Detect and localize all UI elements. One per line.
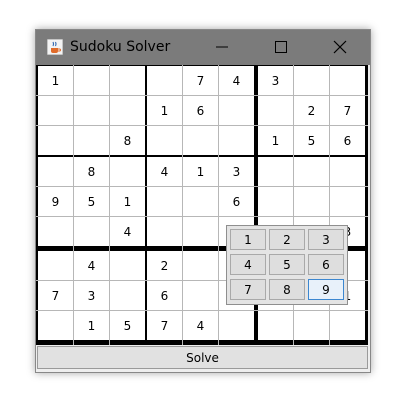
sudoku-cell[interactable] [183,126,218,155]
number-button-1[interactable]: 1 [230,229,266,250]
sudoku-cell[interactable] [258,187,293,216]
sudoku-cell[interactable]: 2 [147,251,182,280]
number-button-9[interactable]: 9 [308,279,344,300]
sudoku-cell[interactable] [330,187,365,216]
sudoku-cell[interactable] [74,217,109,246]
grid-line [36,216,368,217]
number-picker-popup: 123 456 789 [226,225,348,305]
number-button-7[interactable]: 7 [230,279,266,300]
sudoku-cell[interactable] [74,66,109,95]
sudoku-cell[interactable]: 5 [110,311,145,340]
grid-line [36,125,368,126]
minimize-icon [216,46,228,48]
grid-line [36,310,368,311]
sudoku-cell[interactable]: 1 [110,187,145,216]
sudoku-cell[interactable] [219,126,254,155]
sudoku-cell[interactable] [38,251,73,280]
sudoku-cell[interactable] [38,126,73,155]
sudoku-cell[interactable] [38,96,73,125]
sudoku-cell[interactable] [183,217,218,246]
sudoku-cell[interactable] [258,311,293,340]
sudoku-window: Sudoku Solver 17431627815684139516434273… [35,29,371,373]
sudoku-cell[interactable] [219,96,254,125]
sudoku-cell[interactable] [330,157,365,186]
sudoku-cell[interactable]: 6 [183,96,218,125]
sudoku-cell[interactable] [183,281,218,310]
sudoku-cell[interactable] [147,187,182,216]
number-button-3[interactable]: 3 [308,229,344,250]
sudoku-cell[interactable]: 4 [110,217,145,246]
sudoku-cell[interactable] [110,157,145,186]
grid-line [36,186,368,187]
sudoku-cell[interactable]: 2 [294,96,329,125]
sudoku-cell[interactable] [110,251,145,280]
sudoku-cell[interactable] [294,187,329,216]
sudoku-cell[interactable] [147,66,182,95]
sudoku-cell[interactable]: 8 [110,126,145,155]
sudoku-cell[interactable] [147,217,182,246]
sudoku-cell[interactable] [330,311,365,340]
sudoku-cell[interactable] [38,217,73,246]
sudoku-cell[interactable] [147,126,182,155]
sudoku-cell[interactable]: 9 [38,187,73,216]
number-button-2[interactable]: 2 [269,229,305,250]
sudoku-cell[interactable]: 1 [258,126,293,155]
sudoku-cell[interactable]: 4 [183,311,218,340]
window-title: Sudoku Solver [70,39,171,55]
sudoku-cell[interactable] [294,157,329,186]
sudoku-cell[interactable]: 6 [330,126,365,155]
maximize-icon [275,41,287,53]
sudoku-cell[interactable]: 3 [258,66,293,95]
sudoku-cell[interactable]: 1 [147,96,182,125]
sudoku-cell[interactable] [294,311,329,340]
grid-line [182,65,183,345]
sudoku-cell[interactable]: 7 [38,281,73,310]
sudoku-cell[interactable] [219,311,254,340]
sudoku-cell[interactable]: 8 [74,157,109,186]
sudoku-cell[interactable]: 3 [74,281,109,310]
sudoku-cell[interactable]: 6 [147,281,182,310]
sudoku-cell[interactable]: 6 [219,187,254,216]
grid-line [73,65,74,345]
grid-line [36,95,368,96]
sudoku-cell[interactable] [38,157,73,186]
sudoku-cell[interactable] [330,66,365,95]
sudoku-cell[interactable]: 7 [147,311,182,340]
sudoku-cell[interactable]: 5 [74,187,109,216]
number-button-4[interactable]: 4 [230,254,266,275]
solve-button[interactable]: Solve [37,346,368,369]
sudoku-cell[interactable]: 4 [219,66,254,95]
close-icon [333,40,347,54]
number-button-6[interactable]: 6 [308,254,344,275]
sudoku-cell[interactable] [74,126,109,155]
sudoku-cell[interactable] [294,66,329,95]
sudoku-cell[interactable]: 1 [183,157,218,186]
sudoku-cell[interactable] [74,96,109,125]
sudoku-cell[interactable]: 3 [219,157,254,186]
grid-line [218,65,219,345]
sudoku-cell[interactable] [110,281,145,310]
sudoku-cell[interactable] [38,311,73,340]
sudoku-cell[interactable]: 1 [38,66,73,95]
sudoku-cell[interactable]: 4 [74,251,109,280]
sudoku-cell[interactable] [110,66,145,95]
grid-line [109,65,110,345]
sudoku-cell[interactable]: 7 [183,66,218,95]
sudoku-cell[interactable] [183,187,218,216]
sudoku-cell[interactable]: 1 [74,311,109,340]
number-button-5[interactable]: 5 [269,254,305,275]
number-button-8[interactable]: 8 [269,279,305,300]
minimize-button[interactable] [199,30,245,65]
sudoku-cell[interactable]: 4 [147,157,182,186]
sudoku-cell[interactable] [110,96,145,125]
sudoku-cell[interactable]: 5 [294,126,329,155]
sudoku-cell[interactable] [258,157,293,186]
sudoku-cell[interactable]: 7 [330,96,365,125]
sudoku-cell[interactable] [258,96,293,125]
maximize-button[interactable] [258,30,304,65]
sudoku-cell[interactable] [183,251,218,280]
title-bar[interactable]: Sudoku Solver [36,30,370,65]
java-cup-icon [47,39,63,55]
close-button[interactable] [317,30,363,65]
